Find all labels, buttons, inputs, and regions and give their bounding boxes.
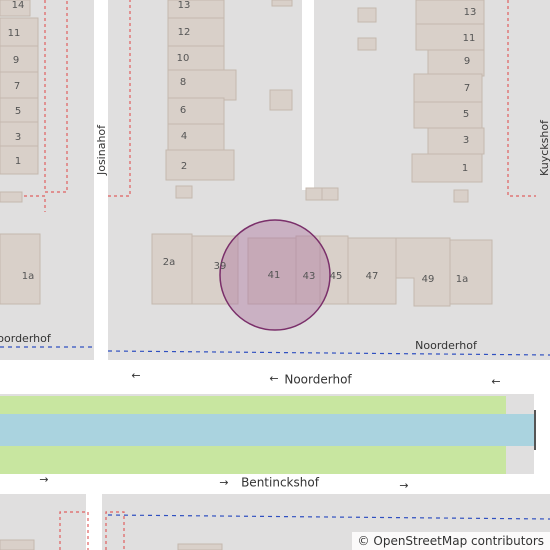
street-label-bentinckshof: Bentinckshof <box>241 476 320 490</box>
street-label-noorderhof: Noorderhof <box>284 373 352 387</box>
buildings-right <box>411 0 485 203</box>
building-label: 11 <box>463 33 476 44</box>
building-label: 47 <box>366 271 379 282</box>
oneway-arrow-icon: → <box>219 476 228 489</box>
map-attribution[interactable]: © OpenStreetMap contributors <box>351 532 550 550</box>
building-label: 1a <box>456 274 469 285</box>
building-label: 7 <box>464 83 470 94</box>
building-label: 9 <box>464 56 470 67</box>
building-label: 5 <box>15 106 21 117</box>
josinahof-road <box>94 0 108 362</box>
street-label-noorderhof-left: oorderhof <box>0 332 52 345</box>
oneway-arrow-icon: ← <box>131 369 140 382</box>
street-label-josinahof: Josinahof <box>95 124 108 176</box>
building-label: 10 <box>177 53 190 64</box>
oneway-arrow-icon: ← <box>269 372 278 385</box>
canal-water <box>0 414 534 446</box>
building-label: 43 <box>303 271 316 282</box>
building-label: 3 <box>463 135 469 146</box>
building-label: 7 <box>14 81 20 92</box>
grass-north <box>0 396 506 414</box>
street-label-noorderhof-right: Noorderhof <box>415 339 478 352</box>
attribution-text[interactable]: OpenStreetMap contributors <box>373 534 544 548</box>
map-canvas[interactable]: 14 11 9 7 5 3 1 1a 13 12 10 8 6 4 2 13 1… <box>0 0 550 550</box>
building-label: 13 <box>178 0 191 11</box>
building-label: 12 <box>178 27 191 38</box>
building-label: 3 <box>15 132 21 143</box>
buildings-left <box>0 0 41 305</box>
building-label: 41 <box>268 270 281 281</box>
oneway-arrow-icon: ← <box>491 375 500 388</box>
street-label-kuyckshof: Kuyckshof <box>538 119 550 176</box>
building-label: 11 <box>8 28 21 39</box>
building-label: 1a <box>22 271 35 282</box>
copyright-icon: © <box>357 534 370 548</box>
building-label: 1 <box>15 156 21 167</box>
oneway-arrow-icon: → <box>39 473 48 486</box>
building-label: 45 <box>330 271 343 282</box>
building-label: 2 <box>181 161 187 172</box>
building-label: 5 <box>463 109 469 120</box>
oneway-arrow-icon: → <box>399 479 408 492</box>
building-label: 14 <box>12 0 25 11</box>
canal-end <box>534 394 550 474</box>
building-label: 8 <box>180 77 186 88</box>
building-label: 1 <box>462 163 468 174</box>
building-label: 39 <box>214 261 227 272</box>
building-label: 49 <box>422 274 435 285</box>
building-label: 6 <box>180 105 186 116</box>
grass-south <box>0 446 506 474</box>
building-label: 2a <box>163 257 176 268</box>
building-label: 4 <box>181 131 187 142</box>
building-label: 13 <box>464 7 477 18</box>
building-label: 9 <box>13 55 19 66</box>
path-north <box>302 0 314 190</box>
